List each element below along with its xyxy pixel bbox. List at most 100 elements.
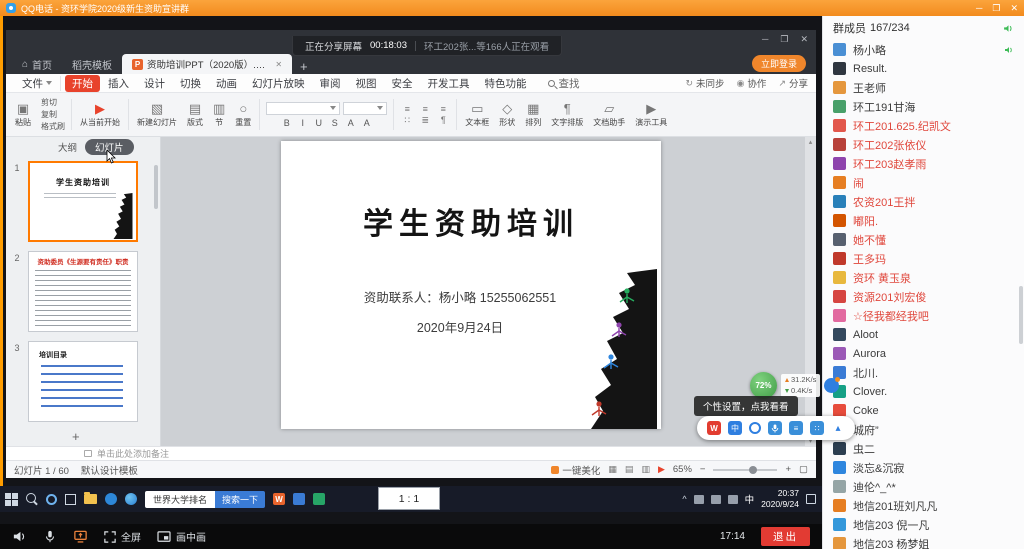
- member-row[interactable]: 王多玛: [823, 249, 1024, 268]
- canvas-scrollbar[interactable]: ▴ ▾: [805, 137, 816, 446]
- network-tray-icon[interactable]: [728, 495, 738, 504]
- minimize-button[interactable]: ─: [976, 3, 982, 14]
- collapse-icon[interactable]: ▴: [831, 421, 845, 435]
- slide-thumbnail-3[interactable]: 培训目录: [28, 341, 138, 422]
- scroll-up-icon[interactable]: ▴: [809, 138, 813, 146]
- menu-tab[interactable]: 开发工具: [421, 75, 477, 92]
- reading-view-icon[interactable]: ▥: [641, 464, 650, 475]
- login-button[interactable]: 立即登录: [752, 55, 806, 72]
- member-row[interactable]: 资源201刘宏俊: [823, 287, 1024, 306]
- slide-thumbnail-2[interactable]: 资助委员《生源要有责任》职责: [28, 251, 138, 332]
- menu-tab[interactable]: 视图: [349, 75, 384, 92]
- exit-call-button[interactable]: 退出: [761, 527, 810, 546]
- menu-tab[interactable]: 动画: [209, 75, 244, 92]
- ribbon-search[interactable]: 查找: [548, 76, 580, 91]
- menu-tab[interactable]: 插入: [101, 75, 136, 92]
- member-row[interactable]: 她不懂: [823, 230, 1024, 249]
- wps-restore-icon[interactable]: ❐: [780, 34, 788, 45]
- taskbar-search-button[interactable]: 搜索一下: [215, 491, 265, 508]
- member-row[interactable]: 环工191甘海: [823, 97, 1024, 116]
- tab-close-icon[interactable]: ✕: [275, 60, 282, 69]
- menu-file[interactable]: 文件: [14, 76, 61, 91]
- member-row[interactable]: 迪伦^_^*: [823, 477, 1024, 496]
- wps-minimize-icon[interactable]: ─: [762, 34, 768, 45]
- zoom-slider[interactable]: [713, 469, 777, 471]
- pip-button[interactable]: 画中画: [157, 529, 206, 544]
- menu-tab[interactable]: 开始: [65, 75, 100, 92]
- format-button[interactable]: B: [281, 118, 293, 128]
- ribbon-button[interactable]: ¶ 文字排版: [546, 95, 588, 134]
- clipboard-small-button[interactable]: 复制: [38, 109, 68, 120]
- taskbar-search-icon[interactable]: [26, 493, 38, 505]
- wps-logo-icon[interactable]: W: [707, 421, 721, 435]
- taskbar-search-input[interactable]: 世界大学排名: [145, 491, 215, 508]
- clipboard-small-button[interactable]: 剪切: [38, 97, 68, 108]
- member-row[interactable]: 环工202张依仪: [823, 135, 1024, 154]
- menu-tab[interactable]: 设计: [137, 75, 172, 92]
- timer-icon[interactable]: [749, 422, 761, 434]
- ribbon-button[interactable]: ○ 重置: [230, 95, 256, 134]
- member-row[interactable]: 农资201王拌: [823, 192, 1024, 211]
- member-row[interactable]: 地信203 倪一凡: [823, 515, 1024, 534]
- member-row[interactable]: 环工201.625.纪凯文: [823, 116, 1024, 135]
- add-slide-button[interactable]: +: [72, 429, 80, 444]
- qq-icon[interactable]: [105, 493, 117, 505]
- member-row[interactable]: Result.: [823, 59, 1024, 78]
- member-row[interactable]: Aurora: [823, 344, 1024, 363]
- member-row[interactable]: 闹: [823, 173, 1024, 192]
- taskbar-search-widget[interactable]: 世界大学排名 搜索一下: [145, 491, 265, 508]
- toolbox-icon[interactable]: ∷: [810, 421, 824, 435]
- thumbnail-scrollbar[interactable]: [154, 165, 158, 209]
- tab-outline[interactable]: 大纲: [58, 140, 77, 154]
- menu-tab[interactable]: 特色功能: [478, 75, 534, 92]
- zoom-out-icon[interactable]: −: [700, 464, 706, 475]
- start-button[interactable]: [5, 493, 18, 506]
- performance-ball[interactable]: 72%: [750, 372, 777, 399]
- new-tab-button[interactable]: +: [292, 59, 316, 74]
- menu-tab[interactable]: 幻灯片放映: [245, 75, 312, 92]
- clock[interactable]: 20:37 2020/9/24: [761, 488, 799, 509]
- menu-right-item[interactable]: ↗ 分享: [778, 76, 808, 90]
- ribbon-button[interactable]: ▥ 节: [208, 95, 230, 134]
- member-row[interactable]: 王老师: [823, 78, 1024, 97]
- member-row[interactable]: 地信203 杨梦姐: [823, 534, 1024, 549]
- stop-share-button[interactable]: [73, 529, 88, 544]
- volume-tray-icon[interactable]: [711, 495, 721, 504]
- close-button[interactable]: ✕: [1010, 3, 1018, 14]
- display-tray-icon[interactable]: [694, 495, 704, 504]
- format-button[interactable]: U: [313, 118, 325, 128]
- member-row[interactable]: 北川.: [823, 363, 1024, 382]
- assistant-icon[interactable]: [824, 378, 839, 393]
- menu-tab[interactable]: 安全: [385, 75, 420, 92]
- format-button[interactable]: S: [329, 118, 341, 128]
- member-row[interactable]: 地信201班刘凡凡: [823, 496, 1024, 515]
- tray-expand-icon[interactable]: ^: [682, 494, 686, 504]
- browser-icon[interactable]: [125, 493, 137, 505]
- slide-thumbnail-1[interactable]: 学生资助培训: [28, 161, 138, 242]
- app-icon[interactable]: [313, 493, 325, 505]
- current-slide[interactable]: 学生资助培训 资助联系人：杨小略 15255062551 2020年9月24日: [281, 141, 661, 429]
- menu-tab[interactable]: 审阅: [313, 75, 348, 92]
- sorter-view-icon[interactable]: ▤: [625, 464, 634, 475]
- slideshow-icon[interactable]: ▶: [658, 464, 665, 475]
- member-scrollbar[interactable]: [1019, 286, 1023, 344]
- member-row[interactable]: ☆径我都经我吧: [823, 306, 1024, 325]
- ribbon-button[interactable]: ▭ 文本框: [460, 95, 494, 134]
- beautify-button[interactable]: 一键美化: [551, 463, 600, 477]
- ribbon-button[interactable]: ▤ 版式: [182, 95, 208, 134]
- ribbon-button[interactable]: ▶ 演示工具: [630, 95, 672, 134]
- zoom-in-icon[interactable]: +: [785, 464, 791, 475]
- ribbon-button[interactable]: ▦ 排列: [520, 95, 546, 134]
- annotation-icon[interactable]: ≡: [789, 421, 803, 435]
- format-button[interactable]: I: [297, 118, 309, 128]
- member-row[interactable]: 环工203赵孝雨: [823, 154, 1024, 173]
- ribbon-button[interactable]: ▱ 文档助手: [588, 95, 630, 134]
- mic-button[interactable]: [43, 529, 57, 544]
- maximize-button[interactable]: ❐: [992, 3, 1000, 14]
- font-name-select[interactable]: [266, 102, 340, 115]
- paragraph-button[interactable]: ≡: [436, 104, 450, 114]
- format-button[interactable]: A: [361, 118, 373, 128]
- paste-button[interactable]: ▣ 粘贴: [10, 95, 36, 134]
- translate-icon[interactable]: 中: [728, 421, 742, 435]
- tab-home[interactable]: ⌂ 首页: [12, 54, 62, 74]
